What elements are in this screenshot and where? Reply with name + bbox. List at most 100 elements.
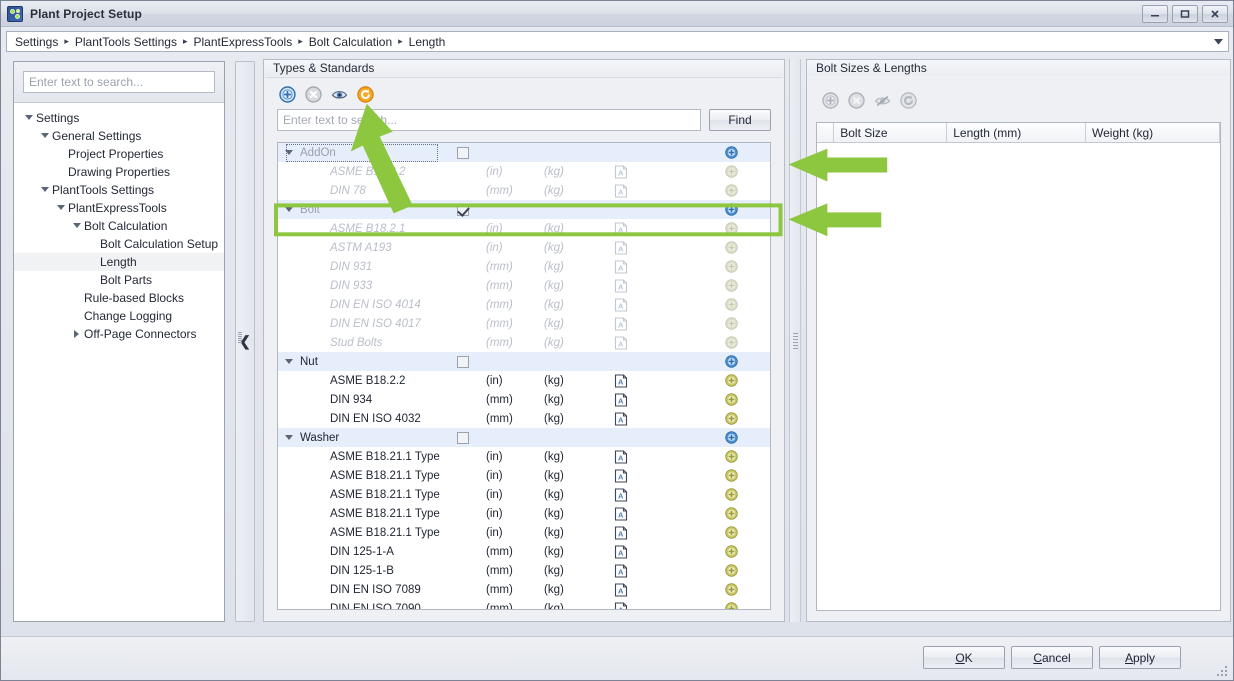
add-row-icon[interactable] bbox=[714, 507, 770, 520]
tree-group-row[interactable]: AddOn bbox=[278, 143, 770, 162]
eye-icon[interactable] bbox=[331, 86, 348, 103]
document-icon[interactable]: A bbox=[614, 468, 714, 483]
tree-item-row[interactable]: ASME B18.2.1 (in) (kg) A bbox=[278, 219, 770, 238]
tree-group-row[interactable]: Bolt bbox=[278, 200, 770, 219]
sidebar-item-bolt-calculation[interactable]: Bolt Calculation bbox=[14, 217, 224, 235]
tree-item-row[interactable]: Stud Bolts (mm) (kg) A bbox=[278, 333, 770, 352]
sidebar-item-settings[interactable]: Settings bbox=[14, 109, 224, 127]
add-row-icon[interactable] bbox=[714, 602, 770, 609]
document-icon[interactable]: A bbox=[614, 316, 714, 331]
document-icon[interactable]: A bbox=[614, 221, 714, 236]
tree-item-row[interactable]: ASME B18.21.1 Type ... (in) (kg) A bbox=[278, 523, 770, 542]
add-row-icon[interactable] bbox=[714, 146, 770, 159]
group-enabled-checkbox[interactable] bbox=[457, 146, 469, 159]
document-icon[interactable]: A bbox=[614, 335, 714, 350]
tree-item-row[interactable]: DIN EN ISO 4032 (mm) (kg) A bbox=[278, 409, 770, 428]
column-header-bolt-size[interactable]: Bolt Size bbox=[834, 123, 948, 142]
group-enabled-checkbox[interactable] bbox=[457, 203, 469, 216]
breadcrumb-item-2[interactable]: PlantExpressTools bbox=[189, 35, 296, 49]
tree-item-row[interactable]: ASME B18.21.1 Type ... (in) (kg) A bbox=[278, 485, 770, 504]
types-tree-grid[interactable]: AddOn ASME B18.2.2 (in) (kg) A DIN 78 (mm) (kg)… bbox=[277, 142, 771, 610]
add-row-icon[interactable] bbox=[714, 526, 770, 539]
document-icon[interactable]: A bbox=[614, 259, 714, 274]
breadcrumb-item-0[interactable]: Settings bbox=[11, 35, 62, 49]
add-row-icon[interactable] bbox=[714, 393, 770, 406]
sidebar-item-rule-based-blocks[interactable]: Rule-based Blocks bbox=[14, 289, 224, 307]
document-icon[interactable]: A bbox=[614, 601, 714, 609]
chevron-down-icon[interactable] bbox=[22, 115, 36, 121]
document-icon[interactable]: A bbox=[614, 164, 714, 179]
document-icon[interactable]: A bbox=[614, 525, 714, 540]
document-icon[interactable]: A bbox=[614, 278, 714, 293]
nav-search-input[interactable] bbox=[23, 71, 215, 93]
document-icon[interactable]: A bbox=[614, 582, 714, 597]
document-icon[interactable]: A bbox=[614, 240, 714, 255]
close-icon[interactable] bbox=[1202, 5, 1228, 23]
add-row-icon[interactable] bbox=[714, 298, 770, 311]
chevron-down-icon[interactable] bbox=[1211, 35, 1225, 49]
document-icon[interactable]: A bbox=[614, 297, 714, 312]
add-row-icon[interactable] bbox=[714, 564, 770, 577]
document-icon[interactable]: A bbox=[614, 506, 714, 521]
add-row-icon[interactable] bbox=[714, 431, 770, 444]
tree-item-row[interactable]: ASME B18.21.1 Type ... (in) (kg) A bbox=[278, 447, 770, 466]
tree-group-row[interactable]: Nut bbox=[278, 352, 770, 371]
bolt-sizes-grid[interactable]: Bolt Size Length (mm) Weight (kg) bbox=[816, 122, 1221, 611]
tree-item-row[interactable]: ASME B18.21.1 Type ... (in) (kg) A bbox=[278, 466, 770, 485]
tree-item-row[interactable]: ASME B18.2.2 (in) (kg) A bbox=[278, 371, 770, 390]
column-header-length[interactable]: Length (mm) bbox=[947, 123, 1087, 142]
tree-item-row[interactable]: ASME B18.2.2 (in) (kg) A bbox=[278, 162, 770, 181]
add-row-icon[interactable] bbox=[714, 165, 770, 178]
sidebar-item-bolt-calculation-setup[interactable]: Bolt Calculation Setup bbox=[14, 235, 224, 253]
document-icon[interactable]: A bbox=[614, 544, 714, 559]
tree-item-row[interactable]: ASTM A193 (in) (kg) A bbox=[278, 238, 770, 257]
add-row-icon[interactable] bbox=[714, 450, 770, 463]
sidebar-item-planttools-settings[interactable]: PlantTools Settings bbox=[14, 181, 224, 199]
add-row-icon[interactable] bbox=[714, 279, 770, 292]
tree-item-row[interactable]: DIN 78 (mm) (kg) A bbox=[278, 181, 770, 200]
cancel-button[interactable]: Cancel bbox=[1011, 646, 1093, 669]
chevron-right-icon[interactable] bbox=[70, 330, 84, 338]
document-icon[interactable]: A bbox=[614, 392, 714, 407]
chevron-down-icon[interactable] bbox=[38, 187, 52, 193]
column-header-weight[interactable]: Weight (kg) bbox=[1086, 123, 1220, 142]
add-row-icon[interactable] bbox=[714, 203, 770, 216]
tree-item-row[interactable]: DIN EN ISO 7090 (mm) (kg) A bbox=[278, 599, 770, 609]
tree-group-row[interactable]: Washer bbox=[278, 428, 770, 447]
sidebar-item-general-settings[interactable]: General Settings bbox=[14, 127, 224, 145]
add-row-icon[interactable] bbox=[714, 184, 770, 197]
add-row-icon[interactable] bbox=[714, 336, 770, 349]
tree-item-row[interactable]: DIN 125-1-B (mm) (kg) A bbox=[278, 561, 770, 580]
group-enabled-checkbox[interactable] bbox=[457, 431, 469, 444]
sidebar-item-project-properties[interactable]: Project Properties bbox=[14, 145, 224, 163]
add-row-icon[interactable] bbox=[714, 222, 770, 235]
apply-button[interactable]: Apply bbox=[1099, 646, 1181, 669]
add-row-icon[interactable] bbox=[714, 241, 770, 254]
sidebar-item-length[interactable]: Length bbox=[14, 253, 224, 271]
tree-item-row[interactable]: DIN EN ISO 7089 (mm) (kg) A bbox=[278, 580, 770, 599]
ok-button[interactable]: OK bbox=[923, 646, 1005, 669]
group-enabled-checkbox[interactable] bbox=[457, 355, 469, 368]
document-icon[interactable]: A bbox=[614, 183, 714, 198]
tree-item-row[interactable]: DIN 931 (mm) (kg) A bbox=[278, 257, 770, 276]
tree-item-row[interactable]: DIN EN ISO 4017 (mm) (kg) A bbox=[278, 314, 770, 333]
refresh-icon[interactable] bbox=[357, 86, 374, 103]
chevron-down-icon[interactable] bbox=[38, 133, 52, 139]
breadcrumb-item-1[interactable]: PlantTools Settings bbox=[71, 35, 181, 49]
sidebar-item-bolt-parts[interactable]: Bolt Parts bbox=[14, 271, 224, 289]
sidebar-item-off-page-connectors[interactable]: Off-Page Connectors bbox=[14, 325, 224, 343]
document-icon[interactable]: A bbox=[614, 563, 714, 578]
add-row-icon[interactable] bbox=[714, 260, 770, 273]
left-splitter[interactable]: ❮ bbox=[235, 61, 255, 622]
chevron-down-icon[interactable] bbox=[70, 223, 84, 229]
chevron-down-icon[interactable] bbox=[54, 205, 68, 211]
find-button[interactable]: Find bbox=[709, 109, 771, 131]
document-icon[interactable]: A bbox=[614, 411, 714, 426]
tree-search-input[interactable] bbox=[277, 109, 701, 131]
sidebar-item-drawing-properties[interactable]: Drawing Properties bbox=[14, 163, 224, 181]
middle-splitter[interactable] bbox=[789, 59, 801, 622]
breadcrumb-item-3[interactable]: Bolt Calculation bbox=[305, 35, 396, 49]
tree-item-row[interactable]: DIN EN ISO 4014 (mm) (kg) A bbox=[278, 295, 770, 314]
tree-item-row[interactable]: DIN 934 (mm) (kg) A bbox=[278, 390, 770, 409]
add-row-icon[interactable] bbox=[714, 583, 770, 596]
